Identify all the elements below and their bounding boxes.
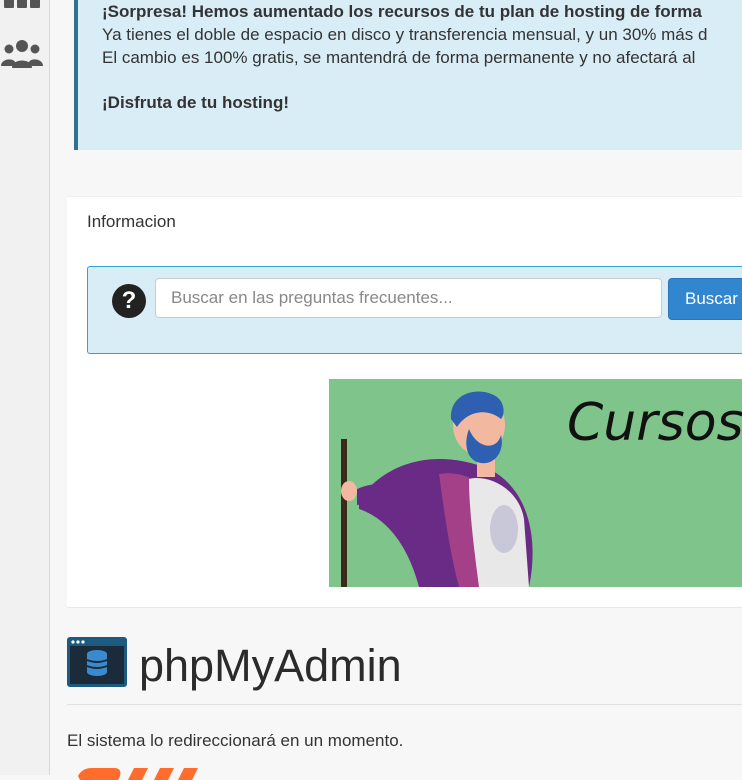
page-title: phpMyAdmin [139,640,402,691]
alert-line-2: El cambio es 100% gratis, se mantendrá d… [102,48,696,67]
promo-alert: ¡Sorpresa! Hemos aumentado los recursos … [74,0,742,150]
redirect-message: El sistema lo redireccionará en un momen… [67,731,404,750]
sidebar [0,0,50,775]
grid-icon[interactable] [0,0,44,10]
faq-search-input[interactable] [155,278,662,318]
info-panel: Informacion ? Buscar en las preguntas fr… [67,196,742,608]
search-button[interactable]: Buscar [668,278,742,320]
cpanel-logo [78,768,198,780]
courses-banner[interactable]: Cursos [329,379,742,587]
panel-title: Informacion [87,212,176,231]
phpmyadmin-app-icon [67,637,127,687]
faq-search-box: ? Buscar [87,266,742,354]
main-content: ¡Sorpresa! Hemos aumentado los recursos … [50,0,742,780]
banner-text: Cursos [567,393,742,453]
users-icon[interactable] [0,38,44,70]
alert-line-1: Ya tienes el doble de espacio en disco y… [102,25,708,44]
question-icon: ? [112,284,146,318]
alert-headline: ¡Sorpresa! Hemos aumentado los recursos … [102,2,702,21]
alert-closing: ¡Disfruta de tu hosting! [102,93,289,112]
phpmyadmin-header: phpMyAdmin [67,636,742,705]
